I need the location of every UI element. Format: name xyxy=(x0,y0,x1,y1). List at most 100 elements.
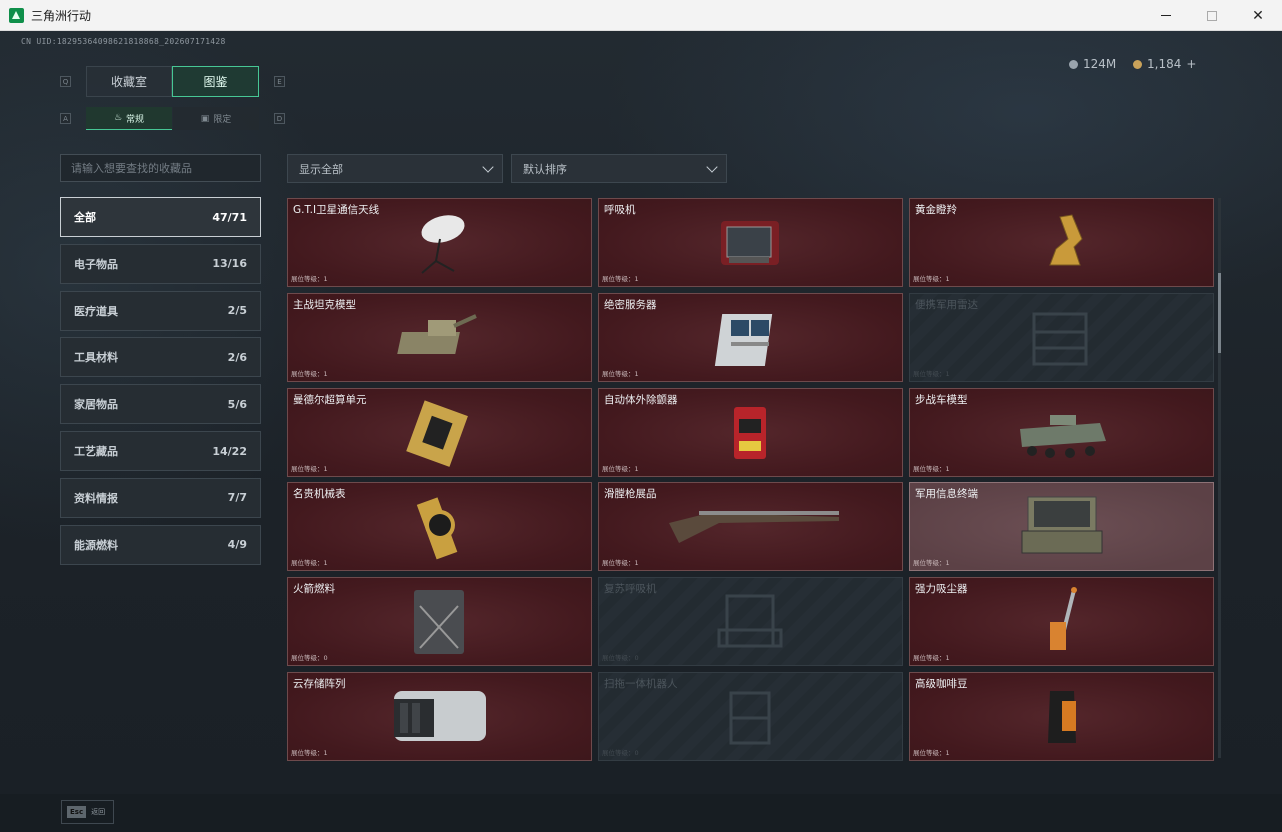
window-title: 三角洲行动 xyxy=(31,9,92,23)
collectible-name: 火箭燃料 xyxy=(293,583,335,596)
key-hint-d: D xyxy=(274,113,285,124)
minimize-button[interactable] xyxy=(1143,0,1189,31)
collectible-level: 展位等级：1 xyxy=(291,369,328,378)
currency-bonds-value: 1,184 xyxy=(1147,57,1182,71)
collectible-name: 主战坦克模型 xyxy=(293,298,356,311)
category-label: 工艺藏品 xyxy=(74,445,118,458)
collectible-name: 扫拖一体机器人 xyxy=(604,678,678,690)
collectible-card[interactable]: 自动体外除颤器 展位等级：1 xyxy=(598,387,903,477)
collectible-card[interactable]: 高级咖啡豆 展位等级：1 xyxy=(909,672,1214,761)
subtab-limited-label: 限定 xyxy=(213,115,232,125)
collectible-card[interactable]: 复苏呼吸机 展位等级：0 xyxy=(598,577,903,667)
category-item[interactable]: 工艺藏品 14/22 xyxy=(60,431,261,471)
coin-icon xyxy=(1069,59,1078,69)
category-label: 工具材料 xyxy=(74,351,118,365)
game-viewport: CN UID:18295364098621818868_202607171428… xyxy=(0,31,1282,832)
category-item[interactable]: 工具材料 2/6 xyxy=(60,337,261,378)
search-input[interactable] xyxy=(60,154,261,182)
currency-bonds[interactable]: 1,184 + xyxy=(1133,57,1196,71)
category-label: 全部 xyxy=(74,211,96,224)
collectible-level: 展位等级：1 xyxy=(913,559,950,568)
collectible-level: 展位等级：1 xyxy=(602,559,639,568)
collectible-card[interactable]: 绝密服务器 展位等级：1 xyxy=(598,292,903,382)
category-label: 电子物品 xyxy=(74,257,118,271)
collectible-name: 便携军用雷达 xyxy=(915,298,978,311)
collectible-level: 展位等级：1 xyxy=(913,654,950,663)
collectible-name: 黄金瞪羚 xyxy=(915,204,957,216)
category-item[interactable]: 资料情报 7/7 xyxy=(60,477,261,518)
filter-dropdown[interactable]: 显示全部 xyxy=(287,154,503,183)
collectible-name: 步战车模型 xyxy=(915,393,968,406)
collectible-card[interactable]: 便携军用雷达展位等级：1 xyxy=(909,292,1214,382)
sort-dropdown-value: 默认排序 xyxy=(523,162,567,176)
currency-coins-value: 124M xyxy=(1083,57,1117,71)
category-count: 5/6 xyxy=(227,397,247,411)
collectible-card[interactable]: 名贵机械表 展位等级：1 xyxy=(287,482,592,572)
maximize-button[interactable] xyxy=(1189,0,1235,31)
category-item[interactable]: 能源燃料 4/9 xyxy=(60,524,261,565)
uid-label: CN UID:18295364098621818868_202607171428 xyxy=(21,37,226,46)
collectible-card[interactable]: 曼德尔超算单元展位等级：1 xyxy=(287,387,592,477)
category-label: 资料情报 xyxy=(74,491,118,505)
category-count: 14/22 xyxy=(212,444,247,458)
category-item[interactable]: 全部 47/71 xyxy=(60,197,261,237)
collectible-level: 展位等级：1 xyxy=(291,464,328,473)
minimize-icon xyxy=(1161,15,1171,16)
collectible-level: 展位等级：1 xyxy=(913,464,950,473)
tab-collection-room[interactable]: 收藏室 xyxy=(86,66,172,97)
collectible-card[interactable]: 黄金瞪羚 展位等级：1 xyxy=(909,198,1214,287)
collectible-card[interactable]: 云存储阵列展位等级：1 xyxy=(287,672,592,761)
collectible-name: 强力吸尘器 xyxy=(915,583,968,596)
category-count: 2/6 xyxy=(227,350,247,364)
collectible-name: 云存储阵列 xyxy=(293,678,346,690)
grid-scrollbar[interactable] xyxy=(1218,198,1221,758)
sort-dropdown[interactable]: 默认排序 xyxy=(511,154,727,183)
collectible-level: 展位等级：1 xyxy=(602,275,639,283)
chevron-down-icon xyxy=(706,161,718,173)
category-label: 家居物品 xyxy=(74,398,118,412)
category-count: 7/7 xyxy=(227,491,247,505)
currency-coins: 124M xyxy=(1069,57,1116,71)
add-currency-button[interactable]: + xyxy=(1186,57,1196,71)
scrollbar-thumb[interactable] xyxy=(1218,273,1221,353)
category-count: 4/9 xyxy=(227,538,247,552)
tab-catalog[interactable]: 图鉴 xyxy=(172,66,259,97)
collectible-card[interactable]: 呼吸机展位等级：1 xyxy=(598,198,903,287)
collectible-name: 曼德尔超算单元 xyxy=(293,393,367,406)
subtab-limited[interactable]: ▣ 限定 xyxy=(173,107,259,130)
collectible-name: 名贵机械表 xyxy=(293,488,346,501)
collectible-name: 滑膛枪展品 xyxy=(604,488,657,501)
image-icon: ▣ xyxy=(200,113,210,124)
collectible-name: 呼吸机 xyxy=(604,204,636,216)
category-item[interactable]: 电子物品 13/16 xyxy=(60,243,261,284)
ventilator-icon xyxy=(721,221,779,265)
category-item[interactable]: 医疗道具 2/5 xyxy=(60,290,261,331)
collectible-card[interactable]: 滑膛枪展品展位等级：1 xyxy=(598,482,903,572)
close-button[interactable]: ✕ xyxy=(1235,0,1281,31)
close-icon: ✕ xyxy=(1252,7,1264,24)
collectible-level: 展位等级：1 xyxy=(291,749,328,757)
back-button[interactable]: Esc 返回 xyxy=(61,800,114,824)
collectible-level: 展位等级：1 xyxy=(913,369,950,378)
filter-dropdown-value: 显示全部 xyxy=(299,162,343,176)
category-count: 2/5 xyxy=(227,304,247,318)
collectible-card[interactable]: G.T.I卫星通信天线 展位等级：1 xyxy=(287,198,592,287)
collectible-name: 军用信息终端 xyxy=(915,488,978,501)
app-logo-icon xyxy=(9,8,24,23)
back-label: 返回 xyxy=(91,808,106,816)
category-label: 医疗道具 xyxy=(74,304,118,318)
collectible-level: 展位等级：0 xyxy=(291,654,328,663)
collectible-level: 展位等级：1 xyxy=(602,369,639,378)
collectible-level: 展位等级：1 xyxy=(602,464,639,473)
category-item[interactable]: 家居物品 5/6 xyxy=(60,384,261,425)
collectible-card[interactable]: 强力吸尘器展位等级：1 xyxy=(909,577,1214,667)
collectible-level: 展位等级：1 xyxy=(291,275,328,283)
collectible-card[interactable]: 扫拖一体机器人 展位等级：0 xyxy=(598,672,903,761)
collectible-card[interactable]: 火箭燃料展位等级：0 xyxy=(287,577,592,667)
collectible-card[interactable]: 主战坦克模型展位等级：1 xyxy=(287,292,592,382)
subtab-regular[interactable]: ♨ 常规 xyxy=(86,107,172,130)
bond-icon xyxy=(1133,59,1142,69)
category-label: 能源燃料 xyxy=(74,538,118,552)
collectible-card[interactable]: 军用信息终端展位等级：1 xyxy=(909,482,1214,572)
collectible-card[interactable]: 步战车模型展位等级：1 xyxy=(909,387,1214,477)
